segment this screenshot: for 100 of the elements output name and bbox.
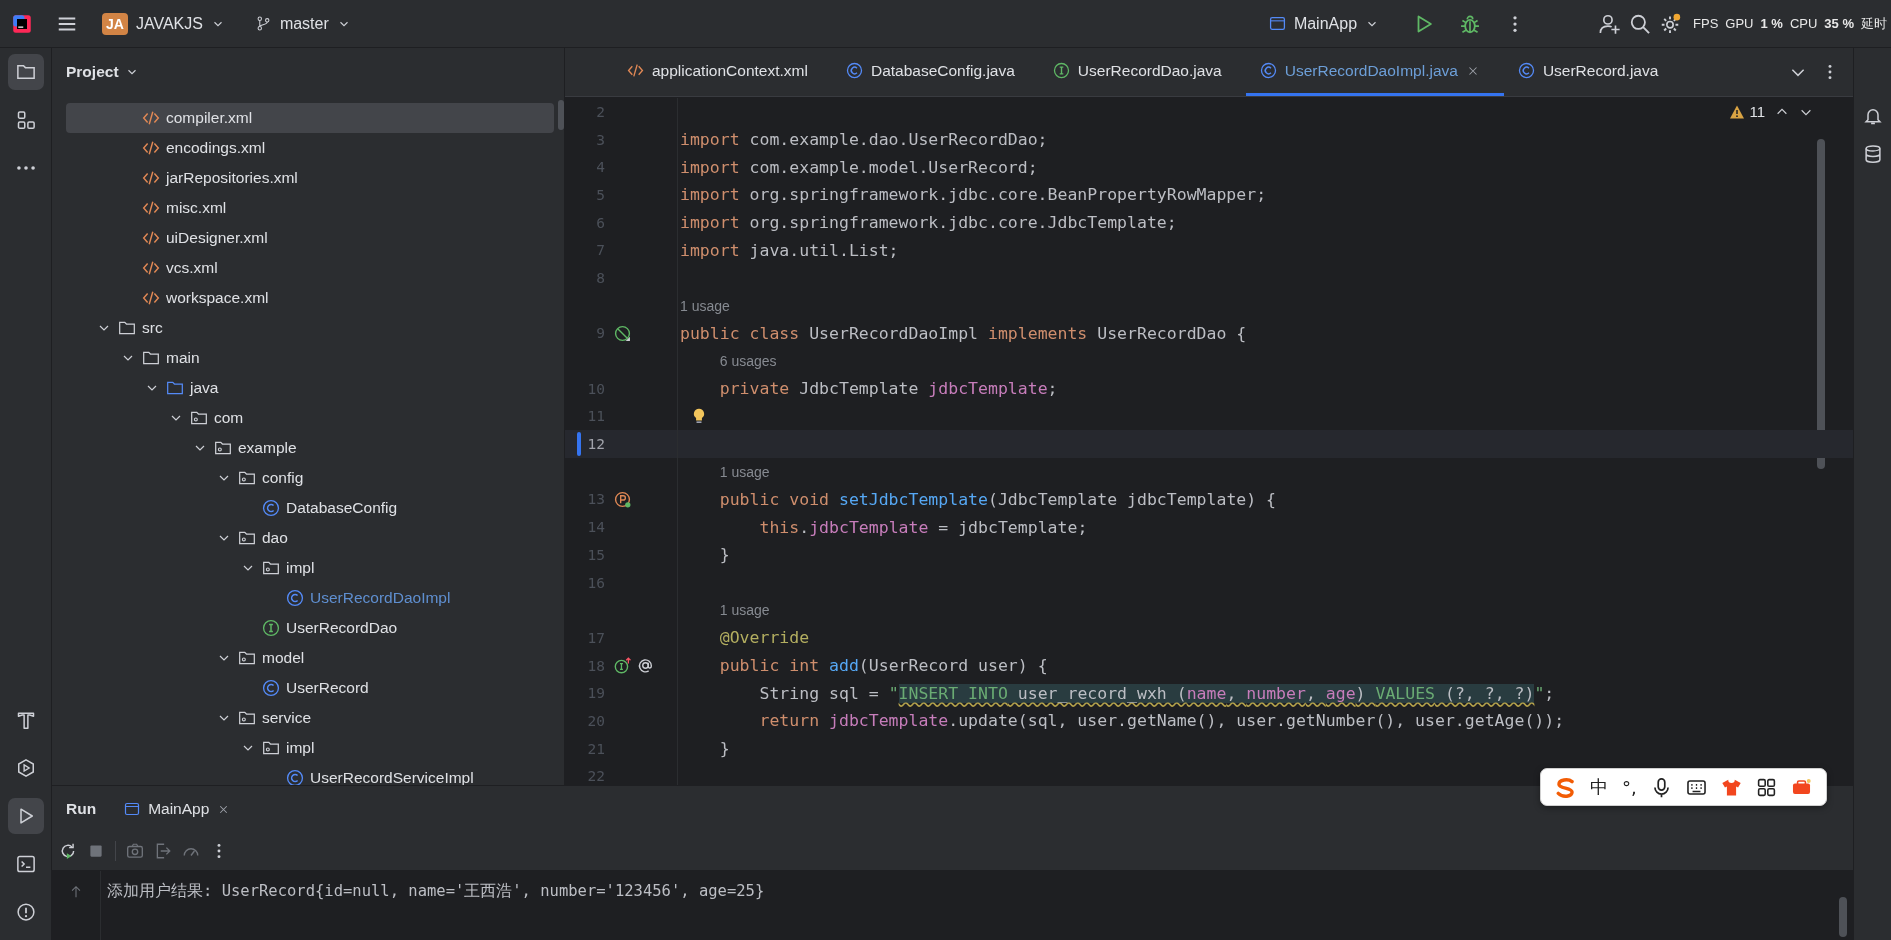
grid-icon[interactable] xyxy=(1755,776,1777,798)
implemented-icon[interactable] xyxy=(614,324,631,342)
folder-icon xyxy=(142,349,160,367)
overlay-stat: GPU xyxy=(1725,16,1754,31)
code-line: return jdbcTemplate.update(sql, user.getName(), user.getNumber(), user.getAge()); xyxy=(758,711,1565,731)
usage-hint[interactable]: 1 usage xyxy=(719,463,770,480)
overlay-stat: CPU xyxy=(1789,16,1818,31)
package-icon xyxy=(238,529,256,547)
tree-item[interactable]: dao xyxy=(66,523,554,553)
settings-icon[interactable] xyxy=(1659,12,1682,35)
editor-tab[interactable]: UserRecord.java xyxy=(1503,48,1683,96)
tree-item[interactable]: impl xyxy=(66,553,554,583)
package-icon xyxy=(238,469,256,487)
code-line: import java.util.List; xyxy=(680,240,899,260)
code-file-icon xyxy=(627,62,644,79)
tree-item[interactable]: encodings.xml xyxy=(66,133,554,163)
tree-item[interactable]: example xyxy=(66,433,554,463)
tree-item[interactable]: java xyxy=(66,373,554,403)
code-line: this.jdbcTemplate = jdbcTemplate; xyxy=(758,517,1088,537)
interface-icon xyxy=(1052,62,1070,79)
overlay-stat: 1 % xyxy=(1760,16,1783,31)
rerun-icon[interactable] xyxy=(59,842,77,860)
console-output: 添加用户结果: UserRecord{id=null, name='王西浩', number='123456', age=25} xyxy=(107,881,765,902)
project-badge: JA xyxy=(102,12,128,35)
warnings-counter[interactable]: 11 xyxy=(1729,103,1765,120)
code-file-icon xyxy=(142,259,160,277)
tree-item[interactable]: DatabaseConfig xyxy=(66,493,554,523)
tree-item[interactable]: UserRecordDaoImpl xyxy=(66,583,554,613)
package-icon xyxy=(214,439,232,457)
code-line: String sql = "INSERT INTO user_record_wxh (name, number, age) VALUES (?, ?, ?)"; xyxy=(758,683,1555,703)
run-tool-button[interactable] xyxy=(7,798,44,834)
class-icon xyxy=(1259,62,1277,79)
camera-icon[interactable] xyxy=(126,842,144,860)
search-icon[interactable] xyxy=(1629,12,1652,35)
database-icon[interactable] xyxy=(1862,144,1883,164)
code-file-icon xyxy=(142,139,160,157)
editor-tab[interactable]: DatabaseConfig.java xyxy=(831,48,1039,96)
window-icon xyxy=(124,801,141,817)
project-icon xyxy=(15,62,36,82)
code-file-icon xyxy=(142,229,160,247)
tree-item[interactable]: main xyxy=(66,343,554,373)
package-icon xyxy=(238,709,256,727)
tree-item[interactable]: service xyxy=(66,703,554,733)
editor-tab[interactable]: applicationContext.xml xyxy=(613,48,832,96)
scrollbar-thumb[interactable] xyxy=(1817,139,1825,469)
editor-tab[interactable]: UserRecordDaoImpl.java xyxy=(1245,48,1504,96)
tree-item[interactable]: misc.xml xyxy=(66,193,554,223)
run-tab[interactable]: MainApp xyxy=(116,794,239,824)
tree-item[interactable]: compiler.xml xyxy=(66,103,554,133)
notifications-icon[interactable] xyxy=(1862,106,1883,126)
input-method-button[interactable]: °, xyxy=(1622,776,1637,798)
tree-item[interactable]: src xyxy=(66,313,554,343)
structure-icon xyxy=(15,110,36,130)
tree-item[interactable]: jarRepositories.xml xyxy=(66,163,554,193)
tree-item[interactable]: impl xyxy=(66,733,554,763)
exit-icon[interactable] xyxy=(154,842,172,860)
usage-hint[interactable]: 6 usages xyxy=(719,353,777,370)
tree-item[interactable]: UserRecordDao xyxy=(66,613,554,643)
app-logo-icon[interactable] xyxy=(12,13,32,34)
line-number: 12 xyxy=(586,436,605,453)
tree-item[interactable]: com xyxy=(66,403,554,433)
input-method-button[interactable]: 中 xyxy=(1590,775,1608,799)
overlay-stat: 35 % xyxy=(1824,16,1854,31)
panel-title[interactable]: Project xyxy=(62,59,143,85)
code-file-icon xyxy=(142,199,160,217)
code-line: public void setJdbcTemplate(JdbcTemplate jdbcTemplate) { xyxy=(718,489,1277,509)
tree-item[interactable]: vcs.xml xyxy=(66,253,554,283)
package-icon xyxy=(190,409,208,427)
code-line: } xyxy=(718,739,730,759)
annotation-icon[interactable] xyxy=(637,657,654,675)
scrollbar-thumb[interactable] xyxy=(1839,897,1847,937)
project-tool-button[interactable] xyxy=(7,54,44,90)
project-switcher[interactable]: JA JAVAKJS xyxy=(96,8,231,39)
tree-item[interactable]: model xyxy=(66,643,554,673)
editor-tab[interactable]: UserRecordDao.java xyxy=(1038,48,1246,96)
tree-item[interactable]: UserRecord xyxy=(66,673,554,703)
run-configuration[interactable]: MainApp xyxy=(1262,10,1386,37)
code-line: @Override xyxy=(718,628,810,648)
implements-icon[interactable] xyxy=(614,657,631,675)
code-file-icon xyxy=(142,169,160,187)
scroll-up-icon[interactable] xyxy=(69,885,83,899)
tree-item[interactable]: uiDesigner.xml xyxy=(66,223,554,253)
problems-icon xyxy=(15,902,36,922)
code-line: public class UserRecordDaoImpl implements UserRecordDao { xyxy=(680,323,1247,343)
usage-hint[interactable]: 1 usage xyxy=(680,297,730,314)
window-icon xyxy=(1268,15,1286,32)
tree-item[interactable]: workspace.xml xyxy=(66,283,554,313)
scrollbar-thumb[interactable] xyxy=(558,100,564,130)
services-icon xyxy=(15,758,36,778)
code-line: import com.example.dao.UserRecordDao; xyxy=(680,130,1048,150)
usage-hint[interactable]: 1 usage xyxy=(719,602,770,619)
add-user-icon[interactable] xyxy=(1599,12,1622,35)
folder-icon xyxy=(166,379,184,397)
terminal-icon xyxy=(15,854,36,874)
tree-item[interactable]: config xyxy=(66,463,554,493)
input-method-logo-icon[interactable] xyxy=(1555,776,1576,798)
class-icon xyxy=(286,769,304,785)
stop-icon[interactable] xyxy=(87,842,105,860)
branch-switcher[interactable]: master xyxy=(248,10,357,37)
property-icon[interactable] xyxy=(614,490,631,508)
